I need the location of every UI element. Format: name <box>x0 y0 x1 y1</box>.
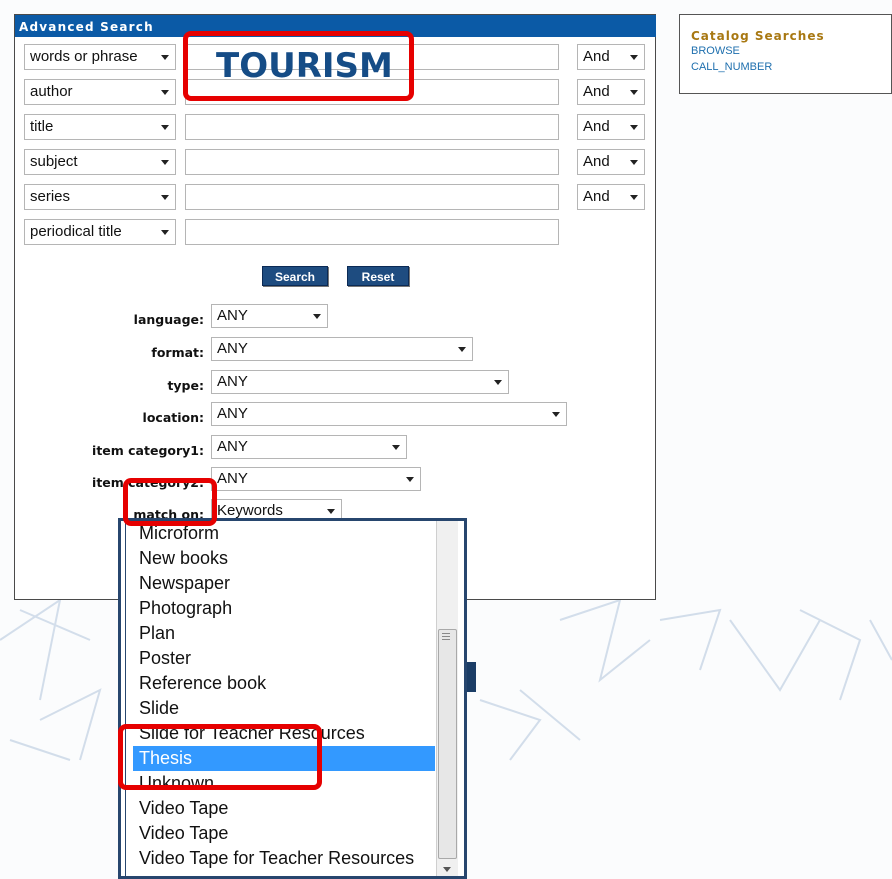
dropdown-option[interactable]: New books <box>133 546 435 571</box>
field-select-2[interactable]: author <box>24 79 176 105</box>
dropdown-scrollbar[interactable] <box>436 521 458 876</box>
catalog-searches-box: Catalog Searches BROWSE CALL_NUMBER <box>679 14 892 94</box>
format-label: format: <box>151 345 204 360</box>
select-value: ANY <box>217 470 248 487</box>
select-value: ANY <box>217 307 248 324</box>
annotation-box-thesis <box>118 724 322 790</box>
chevron-down-icon <box>161 90 169 95</box>
operator-value: And <box>583 83 610 100</box>
scrollbar-grip-icon <box>442 636 450 637</box>
boolean-operator-select-5[interactable]: And <box>577 184 645 210</box>
dropdown-option[interactable]: Video Tape <box>133 821 435 846</box>
select-value: ANY <box>217 373 248 390</box>
dropdown-option[interactable]: Video Tape for Teacher Resources <box>133 846 435 871</box>
chevron-down-icon <box>161 55 169 60</box>
chevron-down-icon <box>630 195 638 200</box>
chevron-down-icon <box>630 125 638 130</box>
select-value: Keywords <box>217 502 283 519</box>
operator-value: And <box>583 153 610 170</box>
format-select[interactable]: ANY <box>211 337 473 361</box>
field-select-value: author <box>30 83 73 100</box>
dropdown-option[interactable]: Slide <box>133 696 435 721</box>
chevron-down-icon <box>630 55 638 60</box>
search-term-input-6[interactable] <box>185 219 559 245</box>
boolean-operator-select-3[interactable]: And <box>577 114 645 140</box>
item-category1-select[interactable]: ANY <box>211 435 407 459</box>
item-category2-select[interactable]: ANY <box>211 467 421 491</box>
type-select[interactable]: ANY <box>211 370 509 394</box>
call-number-link[interactable]: CALL_NUMBER <box>691 59 891 75</box>
scrollbar-grip-icon <box>442 639 450 640</box>
list-border <box>125 521 126 876</box>
search-term-input-5[interactable] <box>185 184 559 210</box>
annotation-keyword-text: TOURISM <box>216 46 393 86</box>
scrollbar-grip-icon <box>442 633 450 634</box>
boolean-operator-select-4[interactable]: And <box>577 149 645 175</box>
location-select[interactable]: ANY <box>211 402 567 426</box>
field-select-value: subject <box>30 153 78 170</box>
chevron-down-icon <box>552 412 560 417</box>
operator-value: And <box>583 118 610 135</box>
chevron-down-icon <box>313 314 321 319</box>
chevron-down-icon <box>161 160 169 165</box>
annotation-box-match-on <box>123 478 217 526</box>
dropdown-option[interactable]: Poster <box>133 646 435 671</box>
location-label: location: <box>142 410 204 425</box>
chevron-down-icon <box>161 125 169 130</box>
boolean-operator-select-1[interactable]: And <box>577 44 645 70</box>
field-select-4[interactable]: subject <box>24 149 176 175</box>
chevron-down-icon <box>630 90 638 95</box>
browse-link[interactable]: BROWSE <box>691 43 891 59</box>
select-value: ANY <box>217 438 248 455</box>
scrollbar-thumb[interactable] <box>438 629 457 859</box>
reset-button[interactable]: Reset <box>347 266 409 286</box>
dropdown-option[interactable]: Plan <box>133 621 435 646</box>
catalog-searches-title: Catalog Searches <box>691 29 825 43</box>
field-select-value: words or phrase <box>30 48 138 65</box>
chevron-down-icon <box>161 230 169 235</box>
field-select-value: periodical title <box>30 223 122 240</box>
panel-title: Advanced Search <box>19 20 154 34</box>
dropdown-option[interactable]: Newspaper <box>133 571 435 596</box>
chevron-down-icon <box>406 477 414 482</box>
field-select-6[interactable]: periodical title <box>24 219 176 245</box>
item-category1-label: item category1: <box>92 443 204 458</box>
select-value: ANY <box>217 405 248 422</box>
chevron-down-icon <box>630 160 638 165</box>
type-label: type: <box>167 378 204 393</box>
chevron-down-icon <box>458 347 466 352</box>
chevron-down-icon <box>494 380 502 385</box>
chevron-down-icon <box>327 509 335 514</box>
language-label: language: <box>133 312 204 327</box>
select-value: ANY <box>217 340 248 357</box>
search-button[interactable]: Search <box>262 266 328 286</box>
dropdown-option[interactable]: Video Tape <box>133 796 435 821</box>
field-select-value: series <box>30 188 71 205</box>
field-select-3[interactable]: title <box>24 114 176 140</box>
scroll-down-arrow-icon[interactable] <box>443 867 451 872</box>
boolean-operator-select-2[interactable]: And <box>577 79 645 105</box>
underlying-panel-edge <box>466 662 476 692</box>
field-select-1[interactable]: words or phrase <box>24 44 176 70</box>
language-select[interactable]: ANY <box>211 304 328 328</box>
field-select-5[interactable]: series <box>24 184 176 210</box>
chevron-down-icon <box>161 195 169 200</box>
chevron-down-icon <box>392 445 400 450</box>
type-dropdown-list[interactable]: Microform New books Newspaper Photograph Pla… <box>118 518 467 879</box>
search-term-input-3[interactable] <box>185 114 559 140</box>
operator-value: And <box>583 48 610 65</box>
dropdown-option[interactable]: Reference book <box>133 671 435 696</box>
dropdown-option[interactable]: Photograph <box>133 596 435 621</box>
search-term-input-4[interactable] <box>185 149 559 175</box>
field-select-value: title <box>30 118 54 135</box>
operator-value: And <box>583 188 610 205</box>
